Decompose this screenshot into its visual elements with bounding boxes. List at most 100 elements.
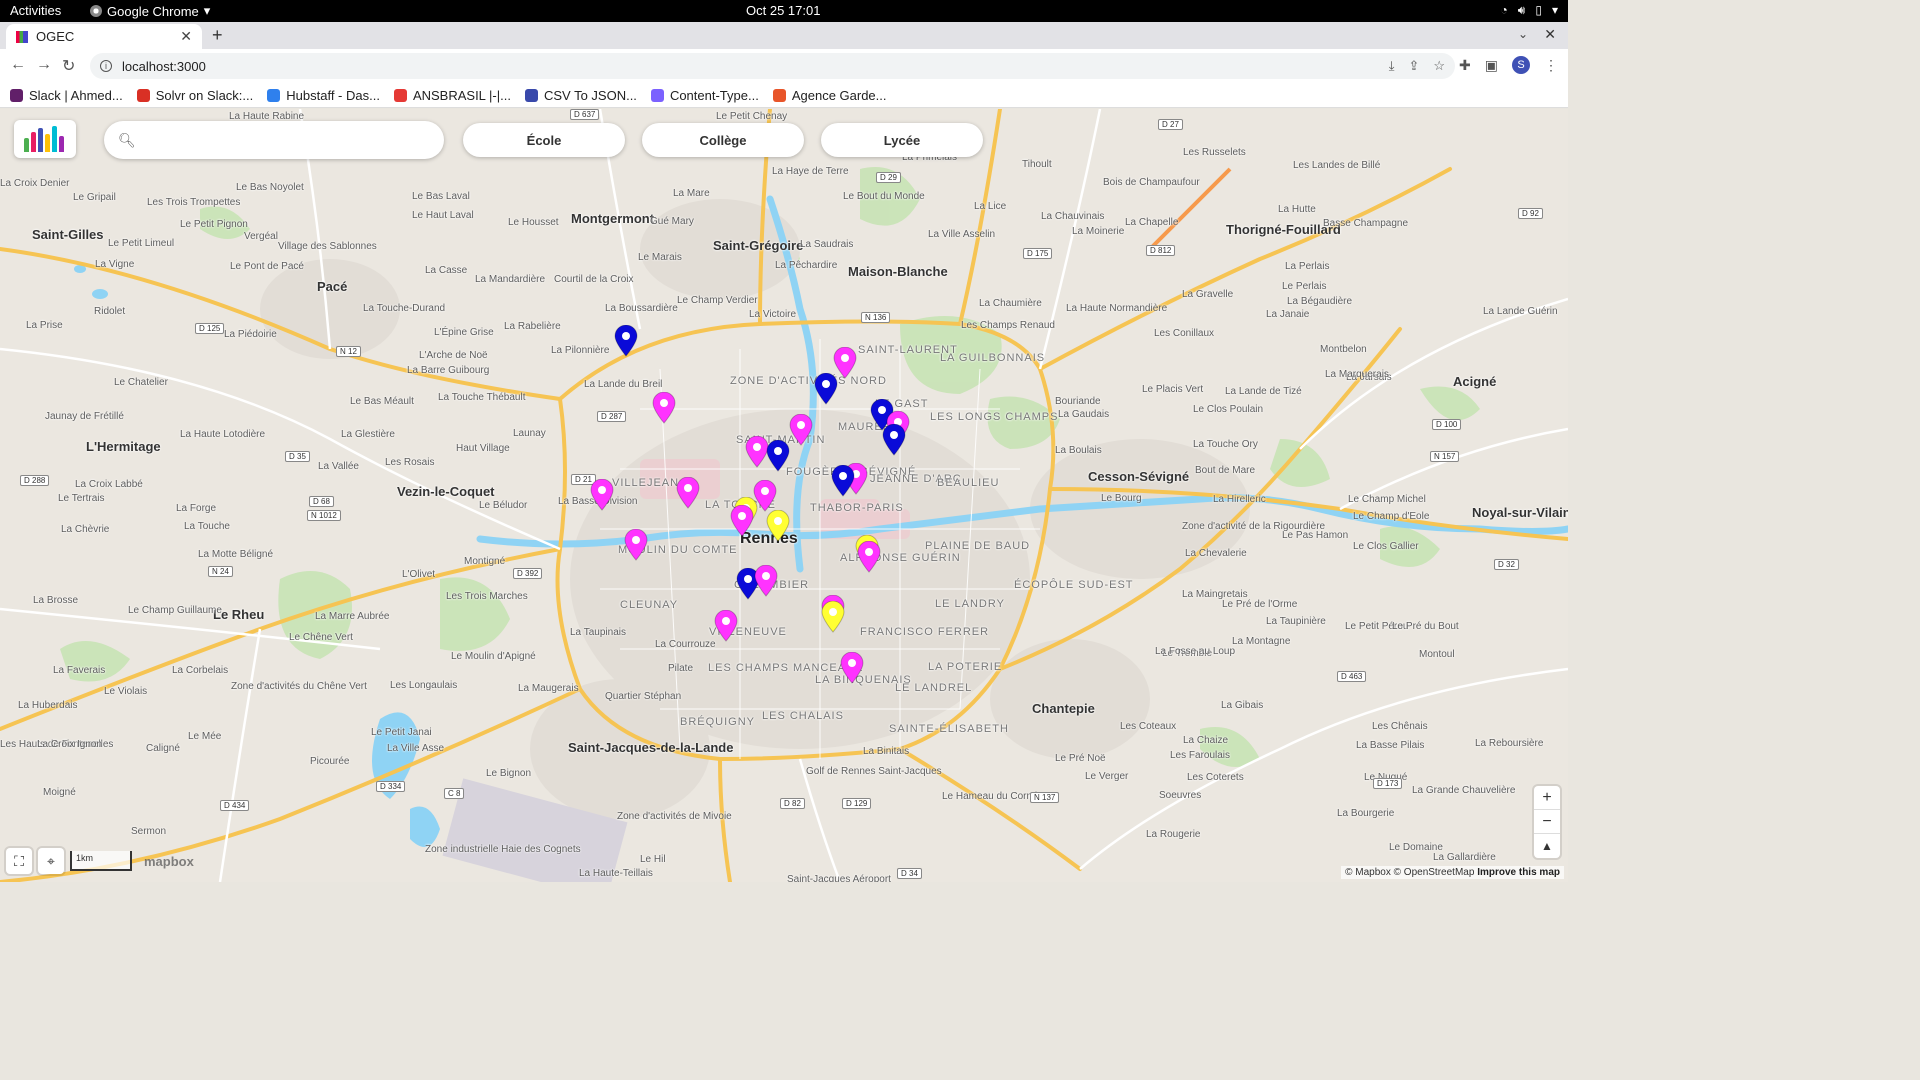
school-marker-college[interactable]: [614, 325, 638, 357]
compass-button[interactable]: ▲: [1534, 834, 1560, 858]
address-bar[interactable]: i localhost:3000 ⤓ ⇪ ☆: [90, 53, 1455, 79]
locality-label: La Touche: [184, 521, 230, 532]
school-marker-ecole[interactable]: [754, 565, 778, 597]
map-attribution: © Mapbox © OpenStreetMap Improve this ma…: [1341, 866, 1564, 879]
road-shield-label: D 125: [195, 323, 225, 334]
browser-tab[interactable]: OGEC ✕: [6, 24, 202, 49]
window-close-icon[interactable]: ✕: [1544, 26, 1556, 43]
extensions-puzzle-icon[interactable]: ✚: [1459, 57, 1471, 74]
road-shield-label: D 32: [1494, 559, 1519, 570]
side-panel-icon[interactable]: ▣: [1485, 57, 1498, 74]
bookmark-label: ANSBRASIL |-|...: [412, 87, 511, 103]
bookmark-item[interactable]: ANSBRASIL |-|...: [393, 87, 511, 103]
school-marker-college[interactable]: [814, 373, 838, 405]
bookmark-label: Slack | Ahmed...: [29, 87, 123, 103]
url-text[interactable]: localhost:3000: [122, 59, 206, 74]
bookmark-item[interactable]: Slack | Ahmed...: [10, 88, 123, 103]
school-marker-college[interactable]: [831, 465, 855, 497]
ogec-logo[interactable]: [14, 120, 76, 158]
locality-label: Le Tertrais: [58, 493, 105, 504]
forward-arrow-icon[interactable]: →: [36, 56, 52, 74]
town-label: Acigné: [1453, 374, 1497, 389]
zoom-out-button[interactable]: −: [1534, 810, 1560, 834]
school-marker-ecole[interactable]: [590, 479, 614, 511]
bookmark-item[interactable]: Solvr on Slack:...: [136, 88, 253, 103]
bookmark-item[interactable]: Content-Type...: [650, 88, 759, 103]
locality-label: Courtil de la Croix: [554, 274, 634, 285]
locality-label: La Ville Asselin: [928, 229, 996, 240]
activities-button[interactable]: Activities: [10, 3, 61, 18]
school-marker-lycee[interactable]: [766, 510, 790, 542]
tab-search-chevron-icon[interactable]: ⌄: [1518, 27, 1528, 41]
school-marker-ecole[interactable]: [676, 477, 700, 509]
mapbox-logo[interactable]: mapbox: [144, 854, 194, 869]
bookmark-star-icon[interactable]: ☆: [1433, 58, 1445, 74]
school-marker-ecole[interactable]: [652, 392, 676, 424]
back-arrow-icon[interactable]: ←: [10, 56, 26, 74]
site-info-icon[interactable]: i: [100, 60, 112, 72]
school-marker-lycee[interactable]: [821, 601, 845, 633]
locality-label: La Chèvrie: [61, 524, 110, 535]
school-marker-ecole[interactable]: [730, 505, 754, 537]
bookmark-item[interactable]: CSV To JSON...: [524, 88, 637, 103]
locality-label: Le Pré de l'Orme: [1222, 599, 1298, 610]
locality-label: La Chevalerie: [1185, 548, 1247, 559]
locality-label: La Croix Denier: [0, 178, 70, 189]
locality-label: La Bégaudière: [1287, 296, 1353, 307]
locality-label: Basse Champagne: [1323, 218, 1409, 229]
bookmark-item[interactable]: Agence Garde...: [772, 88, 887, 103]
school-marker-ecole[interactable]: [857, 541, 881, 573]
install-app-icon[interactable]: ⤓: [1389, 58, 1395, 74]
locality-label: La Vallée: [318, 461, 359, 472]
locality-label: La Haute Lotodière: [180, 429, 266, 440]
school-marker-ecole[interactable]: [840, 652, 864, 684]
locality-label: Le Champ d'Eole: [1353, 511, 1430, 522]
app-menu[interactable]: Google Chrome ▾: [90, 3, 210, 19]
share-icon[interactable]: ⇪: [1408, 58, 1419, 74]
improve-map-link[interactable]: Improve this map: [1477, 867, 1560, 878]
bookmark-item[interactable]: Hubstaff - Das...: [267, 88, 380, 103]
school-marker-college[interactable]: [882, 424, 906, 456]
system-tray[interactable]: ◔ 🔊︎ ▯ ▾: [1501, 3, 1558, 18]
locality-label: La Gravelle: [1182, 289, 1234, 300]
locality-label: La Chauvinais: [1041, 211, 1105, 222]
geolocate-button[interactable]: ⌖: [38, 848, 64, 874]
zoom-in-button[interactable]: +: [1534, 786, 1560, 810]
filter-lycee-button[interactable]: Lycée: [821, 123, 983, 157]
locality-label: La Haute-Teillais: [579, 868, 653, 879]
filter-college-button[interactable]: Collège: [642, 123, 804, 157]
attribution-mapbox-link[interactable]: © Mapbox: [1345, 867, 1391, 878]
district-label: Écopôle Sud-Est: [1014, 579, 1134, 591]
new-tab-button[interactable]: +: [212, 25, 223, 46]
locality-label: Les Champs Renaud: [961, 320, 1055, 331]
locality-label: Le Hil: [640, 854, 666, 865]
school-marker-ecole[interactable]: [624, 529, 648, 561]
tab-title: OGEC: [36, 29, 75, 44]
search-box[interactable]: 🔍︎: [104, 121, 444, 159]
search-input[interactable]: [143, 132, 414, 148]
locality-label: Le Chatelier: [114, 377, 168, 388]
bookmark-favicon-icon: [650, 88, 664, 102]
road-shield-label: D 27: [1158, 119, 1183, 130]
locality-label: Le Clos Gallier: [1353, 541, 1419, 552]
map-canvas[interactable]: Cesson-Sévigné Chantepie Saint-Jacques-de-…: [0, 109, 1568, 882]
attribution-osm-link[interactable]: © OpenStreetMap: [1394, 867, 1475, 878]
reload-icon[interactable]: ↻: [62, 56, 75, 76]
school-marker-ecole[interactable]: [714, 610, 738, 642]
locality-label: La Saudrais: [800, 239, 854, 250]
kebab-menu-icon[interactable]: ⋮: [1544, 57, 1558, 74]
filter-ecole-button[interactable]: École: [463, 123, 625, 157]
district-label: Thabor-Paris: [810, 502, 904, 514]
close-tab-icon[interactable]: ✕: [180, 28, 192, 45]
locality-label: La Faverais: [53, 665, 106, 676]
profile-avatar[interactable]: S: [1512, 56, 1530, 74]
school-marker-ecole[interactable]: [789, 414, 813, 446]
locality-label: Les Trois Trompettes: [147, 197, 241, 208]
clock[interactable]: Oct 25 17:01: [746, 3, 820, 18]
locality-label: Le Pré du Bout: [1392, 621, 1459, 632]
school-marker-college[interactable]: [766, 440, 790, 472]
locality-label: La Janaie: [1266, 309, 1310, 320]
fullscreen-button[interactable]: ⛶: [6, 848, 32, 874]
locality-label: La Rabelière: [504, 321, 561, 332]
locality-label: La Montagne: [1232, 636, 1291, 647]
